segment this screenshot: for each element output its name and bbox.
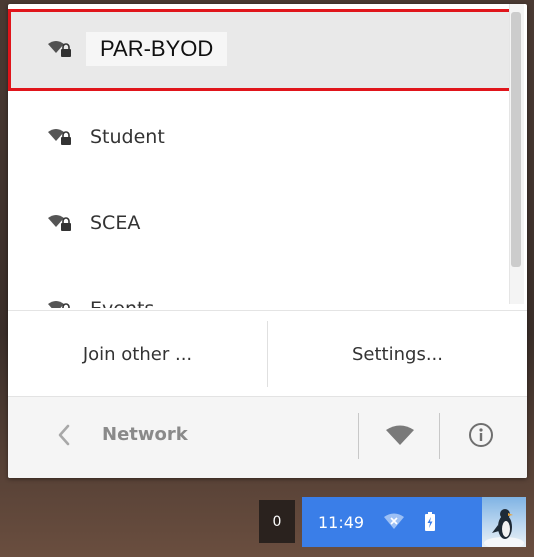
network-list[interactable]: PAR-BYOD Student SCEA <box>8 4 527 308</box>
network-name: SCEA <box>90 212 141 234</box>
divider <box>358 413 359 459</box>
network-actions: Join other ... Settings... <box>8 310 527 397</box>
divider <box>439 413 440 459</box>
avatar[interactable] <box>482 497 526 547</box>
network-item-scea[interactable]: SCEA <box>8 180 527 266</box>
join-other-button[interactable]: Join other ... <box>8 311 267 397</box>
penguin-avatar-icon <box>484 509 524 547</box>
settings-button[interactable]: Settings... <box>268 311 527 397</box>
network-name: Student <box>90 126 165 148</box>
wifi-toggle-button[interactable] <box>382 421 418 451</box>
info-button[interactable] <box>464 418 498 452</box>
back-button[interactable] <box>52 417 76 453</box>
wifi-lock-icon <box>46 126 74 148</box>
info-icon <box>469 423 493 447</box>
wifi-lock-icon <box>46 38 74 60</box>
wifi-no-signal-icon <box>382 512 406 532</box>
wifi-lock-icon <box>46 298 74 308</box>
network-name: Events <box>90 298 154 308</box>
wifi-icon <box>386 425 414 445</box>
network-item-par-byod[interactable]: PAR-BYOD <box>8 6 527 92</box>
network-item-student[interactable]: Student <box>8 94 527 180</box>
wifi-lock-icon <box>46 212 74 234</box>
scrollbar-thumb[interactable] <box>511 12 521 267</box>
footer-title: Network <box>102 424 188 445</box>
network-footer: Network <box>8 396 527 478</box>
battery-charging-icon <box>424 512 436 532</box>
network-name: PAR-BYOD <box>86 32 228 66</box>
network-item-events[interactable]: Events <box>8 266 527 308</box>
status-tray[interactable]: 11:49 <box>302 497 482 547</box>
notification-badge[interactable]: 0 <box>259 500 295 543</box>
network-popup: PAR-BYOD Student SCEA Join other ... Set… <box>8 4 527 478</box>
clock: 11:49 <box>318 512 365 532</box>
chevron-left-icon <box>58 424 70 446</box>
